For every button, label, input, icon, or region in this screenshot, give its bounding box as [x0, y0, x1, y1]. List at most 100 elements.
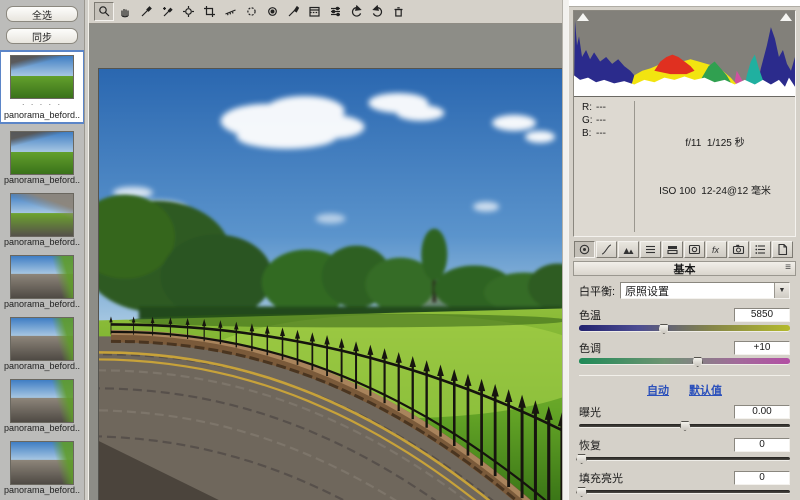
thumbnail-image[interactable] [10, 131, 74, 175]
preferences-tool[interactable] [325, 2, 345, 21]
image-info: R:--- G:--- B:--- f/11 1/125 秒 ISO 100 1… [574, 97, 795, 236]
toolbar [89, 0, 568, 24]
filmstrip: 全选 同步 · · · · ·panorama_beford...panoram… [0, 0, 84, 500]
delete-tool[interactable] [388, 2, 408, 21]
panel-menu-icon[interactable]: ≡ [785, 262, 791, 273]
filmstrip-item[interactable]: panorama_beford... [4, 193, 80, 248]
thumbnail-image[interactable] [10, 317, 74, 361]
tone-sliders: 曝光0.00恢复0填充亮光0黑色5亮度+50对比度+25 [579, 404, 790, 500]
hand-tool[interactable] [115, 2, 135, 21]
landscape-photo [99, 69, 562, 500]
temperature-slider-thumb[interactable] [658, 324, 669, 334]
crop-tool[interactable] [199, 2, 219, 21]
color-sampler-tool[interactable] [157, 2, 177, 21]
slider-exposure: 曝光 0.00 [579, 404, 790, 432]
rotate-left-tool[interactable] [346, 2, 366, 21]
thumbnail-filename: panorama_beford... [4, 361, 80, 372]
exif-info: f/11 1/125 秒 ISO 100 12-24@12 毫米 [637, 101, 793, 232]
histogram [574, 11, 795, 97]
divider [634, 101, 635, 232]
slider-temperature: 色温5850 [579, 307, 790, 335]
selected-thumbnail-card[interactable]: · · · · ·panorama_beford... [0, 50, 84, 124]
thumbnail-image[interactable] [10, 441, 74, 485]
filmstrip-item[interactable]: · · · · ·panorama_beford... [0, 50, 84, 124]
exposure-label: 曝光 [579, 404, 601, 420]
straighten-tool[interactable] [220, 2, 240, 21]
recovery-value[interactable]: 0 [734, 438, 790, 452]
tint-slider-thumb[interactable] [692, 357, 703, 367]
tab-tone-curve[interactable] [596, 241, 617, 258]
filmstrip-item[interactable]: panorama_beford... [4, 255, 80, 310]
adjustment-brush-tool[interactable] [283, 2, 303, 21]
thumbnail-filename: panorama_beford... [4, 237, 80, 248]
thumbnail-image[interactable] [10, 193, 74, 237]
sync-button[interactable]: 同步 [6, 28, 78, 44]
default-link[interactable]: 默认值 [689, 382, 722, 398]
auto-default-row: 自动 默认值 [579, 382, 790, 398]
slider-tint: 色调+10 [579, 340, 790, 368]
tab-hsl-grayscale[interactable] [640, 241, 661, 258]
auto-link[interactable]: 自动 [647, 382, 669, 398]
panel-title: 基本 [674, 261, 696, 277]
slider-recovery: 恢复0 [579, 437, 790, 465]
rgb-readout: R:--- G:--- B:--- [576, 101, 632, 232]
recovery-slider-thumb[interactable] [576, 454, 587, 464]
targeted-adjustment-tool[interactable] [178, 2, 198, 21]
preview-image[interactable] [98, 68, 562, 500]
thumbnail-filename: panorama_beford... [4, 485, 80, 496]
red-eye-tool[interactable] [262, 2, 282, 21]
exposure-value[interactable]: 0.00 [734, 405, 790, 419]
tab-camera-calibration[interactable] [728, 241, 749, 258]
zoom-tool[interactable] [94, 2, 114, 21]
exposure-slider-thumb[interactable] [680, 421, 691, 431]
histogram-plot [574, 11, 795, 96]
temperature-value[interactable]: 5850 [734, 308, 790, 322]
chevron-down-icon: ▼ [774, 283, 789, 298]
tab-detail[interactable] [618, 241, 639, 258]
white-balance-row: 白平衡: 原照设置 ▼ [579, 282, 790, 299]
filmstrip-items: · · · · ·panorama_beford...panorama_befo… [4, 50, 80, 500]
select-all-button[interactable]: 全选 [6, 6, 78, 22]
graduated-filter-tool[interactable] [304, 2, 324, 21]
white-balance-sliders: 色温5850 色调+10 [579, 307, 790, 368]
tab-snapshots[interactable] [772, 241, 793, 258]
white-balance-label: 白平衡: [579, 283, 615, 299]
tint-slider-track[interactable] [579, 358, 790, 365]
white-balance-select[interactable]: 原照设置 ▼ [620, 282, 790, 299]
adjustments-panel: R:--- G:--- B:--- f/11 1/125 秒 ISO 100 1… [568, 0, 800, 500]
separator [579, 375, 790, 376]
filmstrip-item[interactable]: panorama_beford... [4, 379, 80, 434]
slider-fill-light: 填充亮光0 [579, 470, 790, 498]
fill-light-slider-track[interactable] [579, 490, 790, 494]
thumbnail-filename: panorama_beford... [4, 175, 80, 186]
thumbnail-filename: panorama_beford... [4, 110, 80, 121]
filmstrip-item[interactable]: panorama_beford... [4, 441, 80, 496]
filmstrip-item[interactable]: panorama_beford... [4, 131, 80, 186]
thumbnail-image[interactable] [10, 55, 74, 99]
fill-light-slider-thumb[interactable] [576, 487, 587, 497]
panel-header: 基本 ≡ [573, 261, 796, 276]
tab-lens-corrections[interactable] [684, 241, 705, 258]
temperature-slider-track[interactable] [579, 325, 790, 332]
spot-removal-tool[interactable] [241, 2, 261, 21]
tab-presets[interactable] [750, 241, 771, 258]
tint-value[interactable]: +10 [734, 341, 790, 355]
exif-lens: ISO 100 12-24@12 毫米 [637, 184, 793, 200]
thumbnail-image[interactable] [10, 255, 74, 299]
thumbnail-filename: panorama_beford... [4, 299, 80, 310]
tab-basic[interactable] [574, 241, 595, 258]
filmstrip-item[interactable]: panorama_beford... [4, 317, 80, 372]
preview-area [89, 0, 568, 500]
panel-tabs: fx [574, 241, 796, 258]
tab-split-toning[interactable] [662, 241, 683, 258]
preview-canvas [89, 24, 562, 500]
recovery-slider-track[interactable] [579, 457, 790, 461]
rotate-right-tool[interactable] [367, 2, 387, 21]
camera-raw-dialog: 全选 同步 · · · · ·panorama_beford...panoram… [0, 0, 800, 500]
thumbnail-image[interactable] [10, 379, 74, 423]
tab-effects[interactable]: fx [706, 241, 727, 258]
fill-light-value[interactable]: 0 [734, 471, 790, 485]
histogram-panel: R:--- G:--- B:--- f/11 1/125 秒 ISO 100 1… [573, 10, 796, 237]
white-balance-tool[interactable] [136, 2, 156, 21]
rating-dots[interactable]: · · · · · [22, 99, 62, 110]
